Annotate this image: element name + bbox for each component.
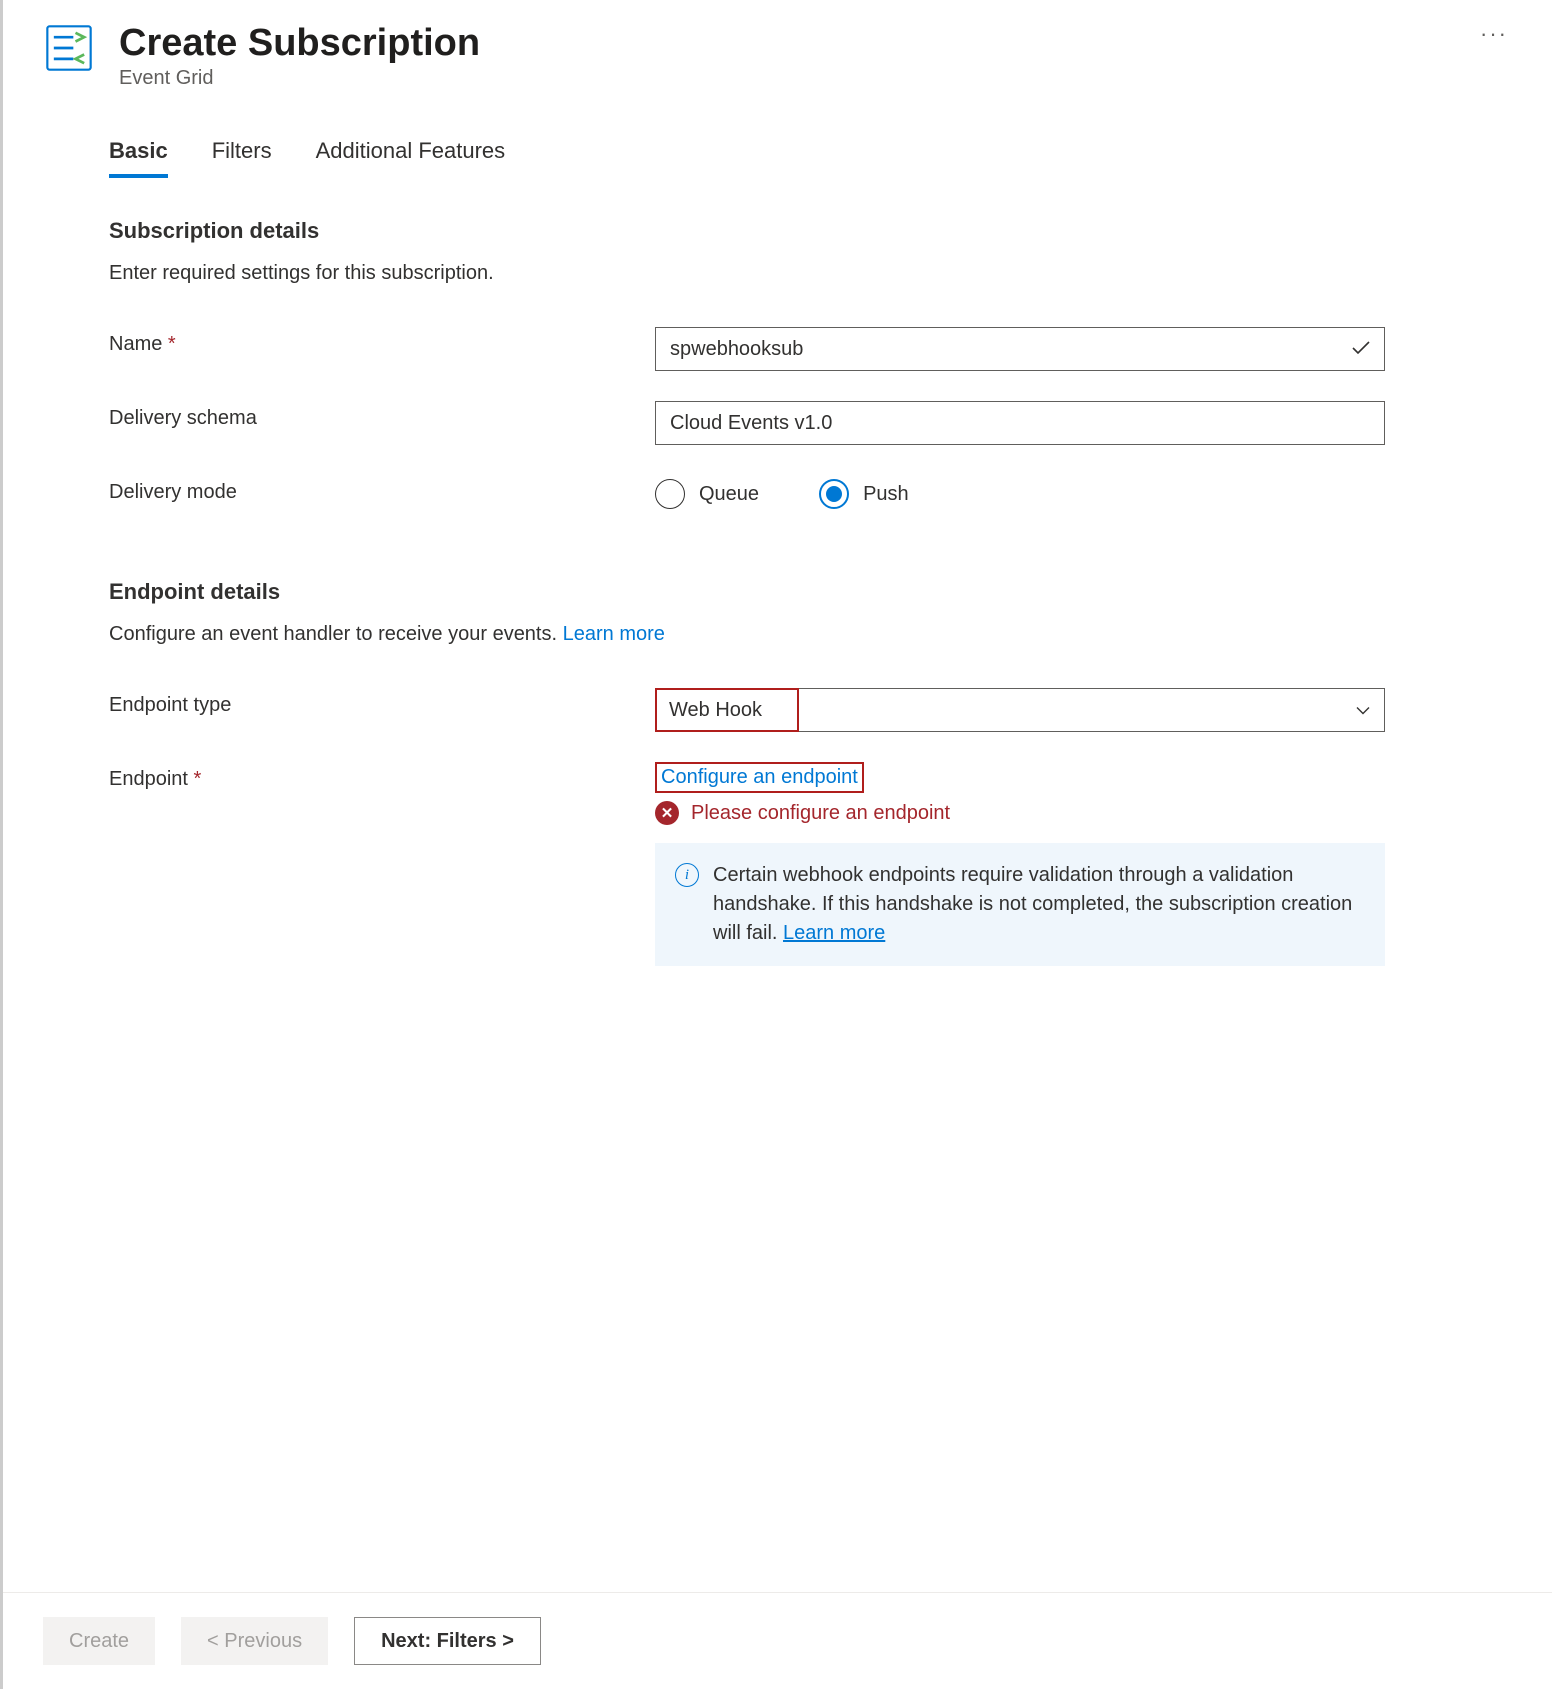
endpoint-details-heading: Endpoint details	[109, 579, 1472, 605]
info-icon: i	[675, 863, 699, 887]
endpoint-error-text: Please configure an endpoint	[691, 802, 950, 825]
name-label: Name *	[109, 327, 655, 356]
page-header: Create Subscription Event Grid ···	[43, 22, 1512, 90]
endpoint-type-dropdown-rest[interactable]	[799, 688, 1385, 732]
configure-endpoint-link[interactable]: Configure an endpoint	[655, 762, 864, 793]
tab-basic[interactable]: Basic	[109, 138, 168, 178]
tabs: Basic Filters Additional Features	[109, 138, 1472, 178]
delivery-mode-radios: Queue Push	[655, 475, 1385, 509]
info-learn-more-link[interactable]: Learn more	[783, 922, 885, 944]
radio-queue-circle	[655, 479, 685, 509]
endpoint-type-label: Endpoint type	[109, 688, 655, 717]
endpoint-type-highlight	[655, 688, 799, 732]
more-actions-button[interactable]: ···	[1476, 22, 1512, 45]
footer: Create < Previous Next: Filters >	[3, 1592, 1552, 1689]
delivery-schema-label: Delivery schema	[109, 401, 655, 430]
radio-queue-label: Queue	[699, 483, 759, 506]
endpoint-label: Endpoint *	[109, 762, 655, 791]
delivery-schema-select[interactable]	[655, 401, 1385, 445]
event-grid-icon	[43, 22, 95, 74]
error-icon: ✕	[655, 801, 679, 825]
endpoint-label-text: Endpoint	[109, 768, 188, 790]
endpoint-details-desc: Configure an event handler to receive yo…	[109, 623, 1472, 646]
delivery-mode-label: Delivery mode	[109, 475, 655, 504]
name-input[interactable]	[655, 327, 1385, 371]
endpoint-learn-more-link[interactable]: Learn more	[563, 623, 665, 645]
page-subtitle: Event Grid	[119, 67, 1452, 90]
tab-filters[interactable]: Filters	[212, 138, 272, 178]
subscription-details-desc: Enter required settings for this subscri…	[109, 262, 1472, 285]
webhook-info-text: Certain webhook endpoints require valida…	[713, 861, 1365, 948]
tab-additional-features[interactable]: Additional Features	[316, 138, 506, 178]
subscription-details-heading: Subscription details	[109, 218, 1472, 244]
page-title: Create Subscription	[119, 22, 1452, 65]
radio-queue[interactable]: Queue	[655, 479, 759, 509]
create-button[interactable]: Create	[43, 1617, 155, 1665]
previous-button[interactable]: < Previous	[181, 1617, 328, 1665]
radio-push-circle	[819, 479, 849, 509]
name-label-text: Name	[109, 333, 162, 355]
chevron-down-icon	[1356, 699, 1370, 722]
check-icon	[1351, 336, 1371, 362]
radio-push-label: Push	[863, 483, 909, 506]
webhook-info-box: i Certain webhook endpoints require vali…	[655, 843, 1385, 966]
endpoint-type-select[interactable]	[657, 690, 797, 730]
endpoint-error: ✕ Please configure an endpoint	[655, 801, 1385, 825]
radio-push[interactable]: Push	[819, 479, 909, 509]
next-button[interactable]: Next: Filters >	[354, 1617, 541, 1665]
endpoint-desc-text: Configure an event handler to receive yo…	[109, 623, 563, 645]
